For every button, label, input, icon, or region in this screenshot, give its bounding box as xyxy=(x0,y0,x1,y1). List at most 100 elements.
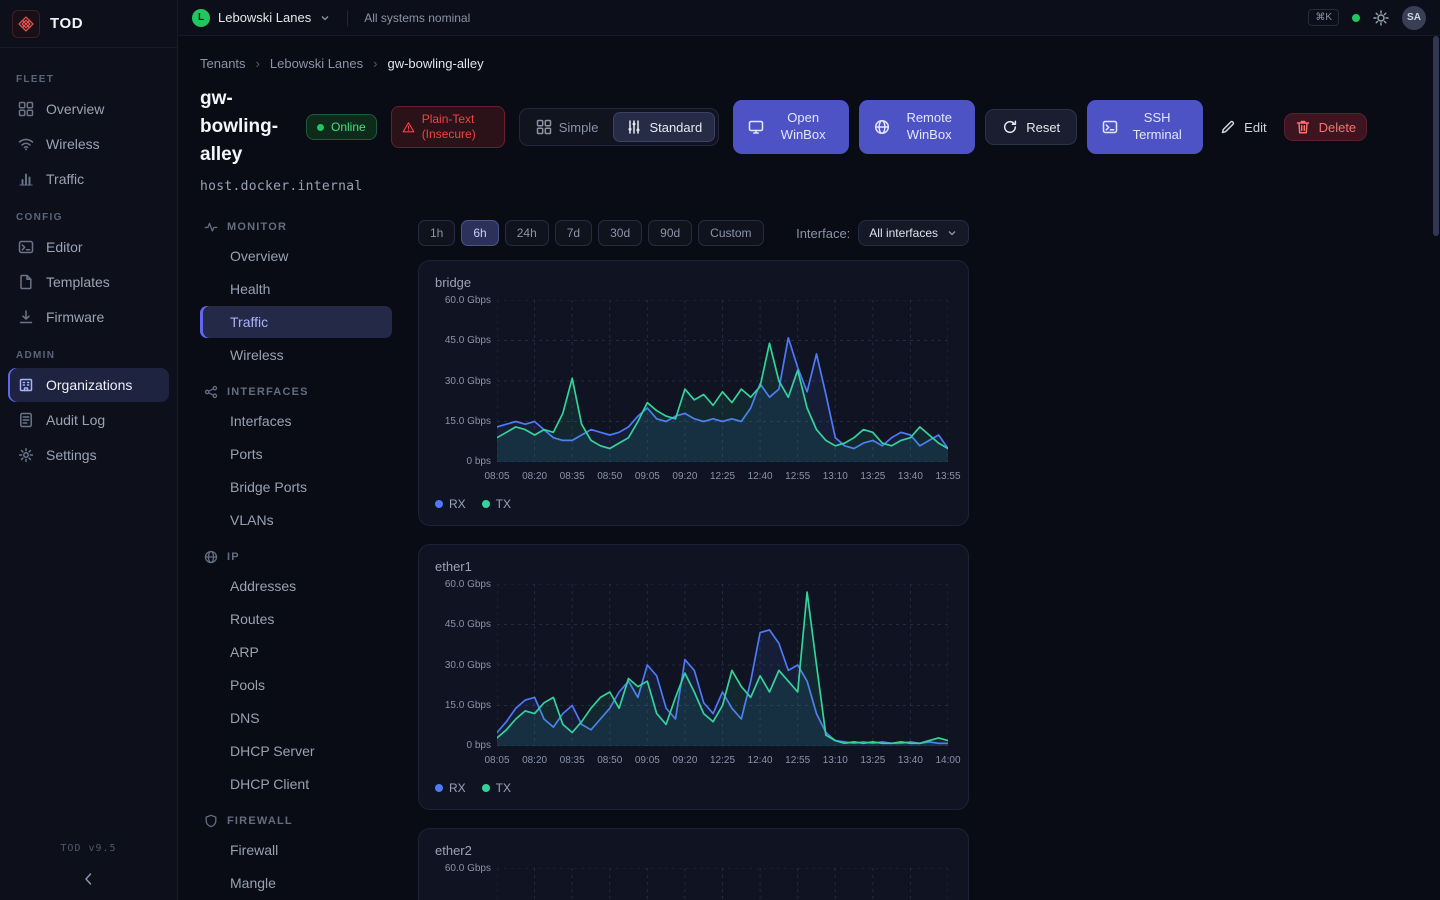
delete-button[interactable]: Delete xyxy=(1284,113,1368,141)
legend-label: RX xyxy=(449,781,466,795)
sidebar-footer: TOD v9.5 xyxy=(0,835,177,900)
sidebar-item-organizations[interactable]: Organizations xyxy=(8,368,169,402)
range-6h-button[interactable]: 6h xyxy=(461,220,498,246)
x-axis-tick: 13:25 xyxy=(860,755,885,766)
app-logo[interactable]: TOD xyxy=(0,0,177,48)
subnav-item-overview[interactable]: Overview xyxy=(200,240,392,272)
interface-select-value: All interfaces xyxy=(869,226,938,240)
chart-title: ether2 xyxy=(435,843,952,858)
chart-plot xyxy=(497,300,948,462)
y-axis-tick: 45.0 Gbps xyxy=(435,335,491,346)
user-avatar[interactable]: SA xyxy=(1402,6,1426,30)
chart-card-bridge: bridge60.0 Gbps45.0 Gbps30.0 Gbps15.0 Gb… xyxy=(418,260,969,526)
legend-label: RX xyxy=(449,497,466,511)
x-axis-tick: 13:10 xyxy=(823,471,848,482)
view-mode-simple-button[interactable]: Simple xyxy=(523,112,612,142)
monitor-icon xyxy=(748,119,764,135)
sidebar-item-settings[interactable]: Settings xyxy=(8,438,169,472)
subnav-item-dns[interactable]: DNS xyxy=(200,702,392,734)
open-winbox-button[interactable]: Open WinBox xyxy=(733,100,849,154)
remote-winbox-button[interactable]: Remote WinBox xyxy=(859,100,975,154)
subnav-item-dhcp-client[interactable]: DHCP Client xyxy=(200,768,392,800)
subnav-item-routes[interactable]: Routes xyxy=(200,603,392,635)
app-version: TOD v9.5 xyxy=(60,843,116,854)
sidebar-item-audit-log[interactable]: Audit Log xyxy=(8,403,169,437)
chart-plot xyxy=(497,868,948,900)
tenant-selector[interactable]: L Lebowski Lanes xyxy=(192,9,331,27)
breadcrumb-item-lebowski-lanes[interactable]: Lebowski Lanes xyxy=(270,56,363,71)
main-column: L Lebowski Lanes All systems nominal ⌘K … xyxy=(178,0,1440,900)
sidebar-item-traffic[interactable]: Traffic xyxy=(8,162,169,196)
legend-rx: RX xyxy=(435,497,466,511)
subnav-item-traffic[interactable]: Traffic xyxy=(200,306,392,338)
topbar: L Lebowski Lanes All systems nominal ⌘K … xyxy=(178,0,1440,36)
range-7d-button[interactable]: 7d xyxy=(555,220,592,246)
charts-container: bridge60.0 Gbps45.0 Gbps30.0 Gbps15.0 Gb… xyxy=(418,260,969,900)
subnav-item-arp[interactable]: ARP xyxy=(200,636,392,668)
device-host: host.docker.internal xyxy=(200,179,1416,194)
view-mode-standard-button[interactable]: Standard xyxy=(613,112,715,142)
download-icon xyxy=(18,309,34,325)
range-24h-button[interactable]: 24h xyxy=(505,220,549,246)
shield-icon xyxy=(204,814,218,828)
range-custom-button[interactable]: Custom xyxy=(698,220,763,246)
logo-text: TOD xyxy=(50,15,83,32)
edit-button[interactable]: Edit xyxy=(1213,112,1273,142)
subnav-item-addresses[interactable]: Addresses xyxy=(200,570,392,602)
range-30d-button[interactable]: 30d xyxy=(598,220,642,246)
subnav-section-monitor: MONITOR xyxy=(200,220,392,234)
device-subnav: MONITOROverviewHealthTrafficWirelessINTE… xyxy=(200,206,392,900)
theme-toggle-sun-icon[interactable] xyxy=(1373,10,1389,26)
subnav-item-firewall[interactable]: Firewall xyxy=(200,834,392,866)
x-axis-tick: 09:20 xyxy=(672,471,697,482)
subnav-item-health[interactable]: Health xyxy=(200,273,392,305)
x-axis-tick: 13:10 xyxy=(823,755,848,766)
sidebar-section-config: CONFIG xyxy=(16,212,161,223)
sidebar-collapse-button[interactable] xyxy=(0,864,177,894)
command-palette-shortcut[interactable]: ⌘K xyxy=(1308,9,1339,26)
subnav-item-wireless[interactable]: Wireless xyxy=(200,339,392,371)
tenant-name: Lebowski Lanes xyxy=(218,10,311,25)
range-90d-button[interactable]: 90d xyxy=(648,220,692,246)
subnav-item-pools[interactable]: Pools xyxy=(200,669,392,701)
sidebar-item-firmware[interactable]: Firmware xyxy=(8,300,169,334)
sidebar-item-editor[interactable]: Editor xyxy=(8,230,169,264)
sidebar-item-overview[interactable]: Overview xyxy=(8,92,169,126)
interface-select[interactable]: All interfaces xyxy=(858,220,969,246)
subnav-item-interfaces[interactable]: Interfaces xyxy=(200,405,392,437)
scrollbar-thumb[interactable] xyxy=(1433,36,1439,236)
topbar-right: ⌘K SA xyxy=(1308,6,1426,30)
ssh-terminal-button[interactable]: SSH Terminal xyxy=(1087,100,1203,154)
audit-icon xyxy=(18,412,34,428)
x-axis-tick: 08:50 xyxy=(597,755,622,766)
page-scrollbar[interactable] xyxy=(1432,36,1440,900)
subnav-section-ip: IP xyxy=(200,550,392,564)
x-axis-tick: 14:00 xyxy=(935,755,960,766)
subnav-item-dhcp-server[interactable]: DHCP Server xyxy=(200,735,392,767)
subnav-item-mangle[interactable]: Mangle xyxy=(200,867,392,899)
y-axis-tick: 30.0 Gbps xyxy=(435,660,491,671)
subnav-item-ports[interactable]: Ports xyxy=(200,438,392,470)
security-warning-label: Plain-Text (Insecure) xyxy=(422,112,494,142)
sidebar-item-wireless[interactable]: Wireless xyxy=(8,127,169,161)
sidebar-item-label: Templates xyxy=(46,274,110,290)
range-1h-button[interactable]: 1h xyxy=(418,220,455,246)
x-axis-tick: 08:05 xyxy=(484,755,509,766)
interface-label: Interface: xyxy=(796,226,850,241)
activity-icon xyxy=(204,220,218,234)
sidebar-item-templates[interactable]: Templates xyxy=(8,265,169,299)
reset-button[interactable]: Reset xyxy=(985,109,1077,145)
interface-filter: Interface: All interfaces xyxy=(796,220,969,246)
legend-tx: TX xyxy=(482,497,511,511)
subnav-section-label: FIREWALL xyxy=(227,815,293,827)
subnav-item-bridge-ports[interactable]: Bridge Ports xyxy=(200,471,392,503)
subnav-item-vlans[interactable]: VLANs xyxy=(200,504,392,536)
chart-card-ether1: ether160.0 Gbps45.0 Gbps30.0 Gbps15.0 Gb… xyxy=(418,544,969,810)
breadcrumb-item-tenants[interactable]: Tenants xyxy=(200,56,246,71)
button-label: Remote WinBox xyxy=(898,110,960,144)
system-status-text: All systems nominal xyxy=(364,11,470,25)
building-icon xyxy=(18,377,34,393)
status-badge-label: Online xyxy=(331,120,366,134)
time-range-group: 1h6h 24h7d30d90dCustom xyxy=(418,220,764,246)
wifi-icon xyxy=(18,136,34,152)
